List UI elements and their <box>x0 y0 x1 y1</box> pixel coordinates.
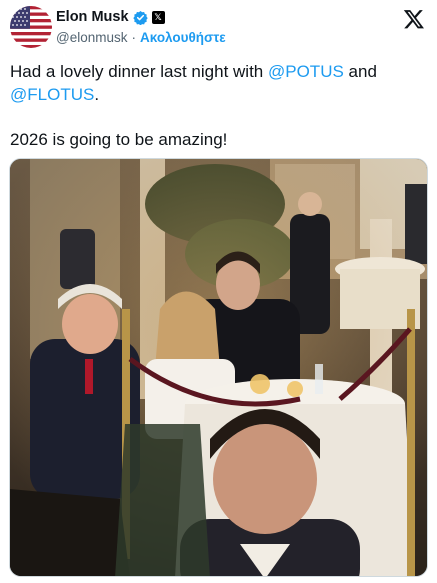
tweet-line-3: 2026 is going to be amazing! <box>10 130 228 149</box>
x-logo-icon[interactable] <box>403 8 425 30</box>
tweet-photo[interactable] <box>9 158 428 577</box>
mention-potus[interactable]: @POTUS <box>268 62 344 81</box>
tweet-line-1: Had a lovely dinner last night with @POT… <box>10 60 427 83</box>
name-row: Elon Musk 𝕏 <box>56 9 165 25</box>
mention-flotus[interactable]: @FLOTUS <box>10 85 94 104</box>
verified-badge-icon[interactable] <box>132 10 148 25</box>
separator: · <box>131 30 136 45</box>
tweet-text-segment: Had a lovely dinner last night with <box>10 62 268 81</box>
display-name[interactable]: Elon Musk <box>56 9 129 25</box>
avatar[interactable] <box>10 6 52 48</box>
tweet-header: Elon Musk 𝕏 @elonmusk · Ακολουθήστε <box>8 6 429 52</box>
follow-button[interactable]: Ακολουθήστε <box>140 30 226 45</box>
dinner-photo <box>10 159 427 576</box>
us-flag-icon <box>10 6 52 48</box>
tweet-line-2: @FLOTUS. <box>10 83 427 106</box>
tweet-text-segment: and <box>343 62 377 81</box>
handle-row: @elonmusk · Ακολουθήστε <box>56 30 226 45</box>
handle[interactable]: @elonmusk <box>56 30 127 45</box>
tweet-text-segment: . <box>94 85 100 104</box>
x-affiliation-icon[interactable]: 𝕏 <box>151 10 165 24</box>
tweet-text: Had a lovely dinner last night with @POT… <box>10 60 427 151</box>
